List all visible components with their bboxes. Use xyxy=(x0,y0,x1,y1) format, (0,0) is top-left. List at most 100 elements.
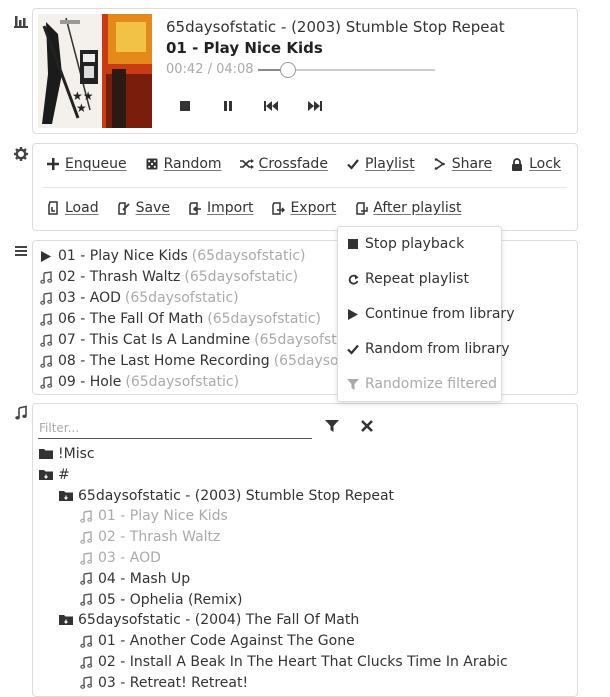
lock-icon xyxy=(510,157,524,171)
library-folder[interactable]: 65daysofstatic - (2004) The Fall Of Math xyxy=(59,610,359,630)
lock-button[interactable]: Lock xyxy=(510,156,561,172)
check-icon xyxy=(347,343,359,355)
music-note-icon xyxy=(39,354,53,368)
random-label: Random xyxy=(163,156,222,172)
time-readout: 00:42 / 04:08 xyxy=(166,62,254,77)
library-item-label: 03 - AOD xyxy=(98,550,161,566)
stop-icon xyxy=(347,238,359,250)
options-row-1: Enqueue Random Crossfade Playlist Share … xyxy=(46,156,579,172)
seek-handle[interactable] xyxy=(280,62,297,78)
library-track[interactable]: 03 - Retreat! Retreat! xyxy=(79,673,248,693)
after-playlist-menu: Stop playback Repeat playlist Continue f… xyxy=(337,226,514,402)
close-icon[interactable] xyxy=(360,419,376,435)
player-panel: ★★ ★ 65daysofstatic - (2003) Stumble Sto… xyxy=(32,8,578,134)
library-panel: !Misc #65daysofstatic - (2003) Stumble St… xyxy=(32,403,578,697)
menu-random-library-label: Random from library xyxy=(365,341,510,357)
music-note-icon xyxy=(39,291,53,305)
library-track[interactable]: 03 - AOD xyxy=(79,548,161,568)
music-note-icon xyxy=(79,676,93,690)
check-icon xyxy=(346,157,360,171)
menu-continue-library-label: Continue from library xyxy=(365,306,515,322)
list-icon[interactable] xyxy=(13,243,29,259)
playlist-track-artist: (65daysofstatic) xyxy=(124,290,239,306)
previous-icon[interactable] xyxy=(260,96,282,116)
playlist-track-title: 06 - The Fall Of Math xyxy=(58,311,204,327)
after-playlist-button[interactable]: After playlist xyxy=(354,200,462,216)
dice-icon xyxy=(145,157,159,171)
library-item-label: 01 - Another Code Against The Gone xyxy=(98,633,355,650)
folder-open-icon xyxy=(59,489,73,503)
music-note-icon xyxy=(39,312,53,326)
options-row-2: Load Save Import Export After playlist xyxy=(46,200,480,216)
share-label: Share xyxy=(451,156,493,172)
menu-continue-library[interactable]: Continue from library xyxy=(347,306,514,322)
export-label: Export xyxy=(290,200,337,216)
options-panel: Enqueue Random Crossfade Playlist Share … xyxy=(32,143,578,231)
library-folder[interactable]: 65daysofstatic - (2003) Stumble Stop Rep… xyxy=(59,486,394,506)
menu-random-library[interactable]: Random from library xyxy=(347,341,509,357)
import-button[interactable]: Import xyxy=(188,200,253,216)
library-folder[interactable]: # xyxy=(39,465,70,485)
menu-stop-playback-label: Stop playback xyxy=(365,236,465,252)
playlist-track-title: 02 - Thrash Waltz xyxy=(58,269,181,285)
import-label: Import xyxy=(206,200,254,216)
library-track[interactable]: 04 - Mash Up xyxy=(79,569,190,589)
after-playlist-label: After playlist xyxy=(373,200,462,216)
library-track[interactable]: 05 - Ophelia (Remix) xyxy=(79,590,242,610)
plus-icon xyxy=(46,157,60,171)
random-button[interactable]: Random xyxy=(145,156,222,172)
next-icon[interactable] xyxy=(304,96,326,116)
svg-text:★: ★ xyxy=(76,101,87,115)
music-note-icon xyxy=(79,572,93,586)
library-item-label: 04 - Mash Up xyxy=(98,570,191,587)
music-note-icon xyxy=(79,634,93,648)
music-note-icon xyxy=(79,593,93,607)
music-note-icon xyxy=(39,270,53,284)
enqueue-button[interactable]: Enqueue xyxy=(46,156,127,172)
playlist-track-artist: (65daysofstatic) xyxy=(125,374,240,390)
playlist-label: Playlist xyxy=(364,156,415,172)
folder-open-icon xyxy=(59,613,73,627)
save-label: Save xyxy=(135,200,170,216)
playlist-toggle[interactable]: Playlist xyxy=(346,156,415,172)
library-item-label: 05 - Ophelia (Remix) xyxy=(98,591,243,608)
share-icon xyxy=(433,157,447,171)
options-divider xyxy=(43,187,567,188)
load-label: Load xyxy=(65,200,99,216)
crossfade-icon xyxy=(239,157,254,171)
playlist-track-artist: (65daysofstatic) xyxy=(184,269,299,285)
menu-randomize-filtered: Randomize filtered xyxy=(347,376,497,392)
folder-icon xyxy=(39,447,53,461)
library-track[interactable]: 01 - Play Nice Kids xyxy=(79,506,228,526)
export-icon xyxy=(271,201,286,215)
filter-icon xyxy=(347,378,359,390)
library-item-label: 65daysofstatic - (2004) The Fall Of Math xyxy=(78,612,360,629)
menu-stop-playback[interactable]: Stop playback xyxy=(347,236,464,252)
save-icon xyxy=(117,201,131,215)
library-track[interactable]: 02 - Install A Beak In The Heart That Cl… xyxy=(79,652,508,672)
export-button[interactable]: Export xyxy=(271,200,336,216)
playlist-track-title: 03 - AOD xyxy=(58,290,121,306)
library-item-label: 65daysofstatic - (2003) Stumble Stop Rep… xyxy=(78,487,395,504)
pause-icon[interactable] xyxy=(217,96,239,116)
music-note-icon[interactable] xyxy=(13,405,29,421)
seek-slider[interactable] xyxy=(258,62,435,78)
crossfade-button[interactable]: Crossfade xyxy=(239,156,328,172)
library-track[interactable]: 02 - Thrash Waltz xyxy=(79,527,220,547)
filter-input[interactable] xyxy=(38,417,312,439)
filter-icon[interactable] xyxy=(325,419,341,435)
library-folder[interactable]: !Misc xyxy=(39,444,95,464)
folder-open-icon xyxy=(39,468,53,482)
play-icon xyxy=(39,249,53,263)
load-button[interactable]: Load xyxy=(46,200,99,216)
share-button[interactable]: Share xyxy=(433,156,492,172)
save-button[interactable]: Save xyxy=(117,200,170,216)
music-note-icon xyxy=(79,551,93,565)
menu-repeat-playlist-label: Repeat playlist xyxy=(365,271,469,287)
gear-icon[interactable] xyxy=(13,146,29,162)
stop-icon[interactable] xyxy=(174,96,196,116)
bar-chart-icon[interactable] xyxy=(13,13,29,29)
library-track[interactable]: 01 - Another Code Against The Gone xyxy=(79,631,355,651)
music-note-icon xyxy=(39,333,53,347)
menu-repeat-playlist[interactable]: Repeat playlist xyxy=(347,271,469,287)
